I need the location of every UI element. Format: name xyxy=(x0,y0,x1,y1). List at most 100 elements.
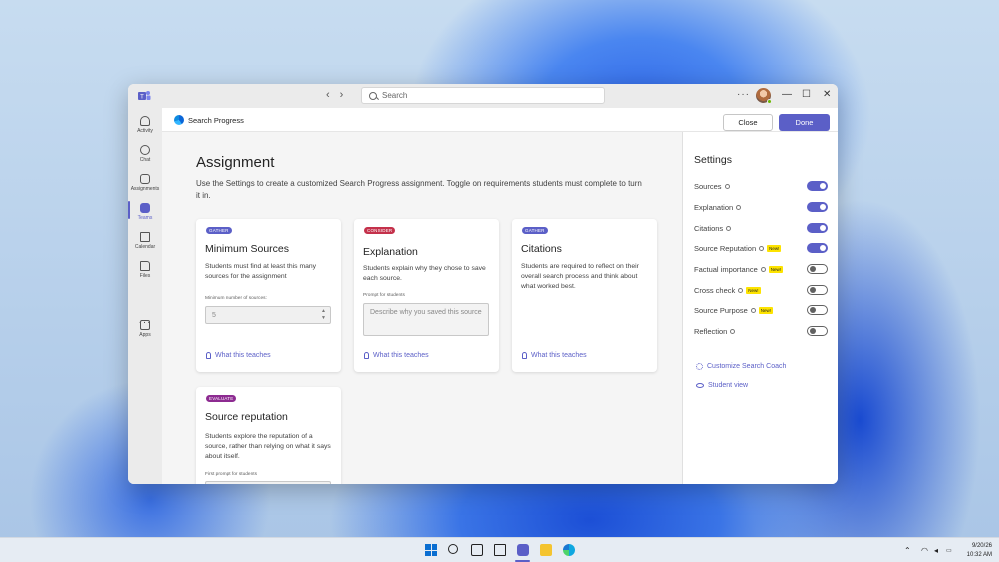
rail-item-assignments[interactable]: Assignments xyxy=(128,174,162,192)
page-description: Use the Settings to create a customized … xyxy=(196,179,642,200)
citations-toggle[interactable] xyxy=(807,223,828,233)
stepper-arrows-icon[interactable]: ▲ ▼ xyxy=(321,308,326,322)
lightbulb-icon xyxy=(364,352,369,359)
rail-item-files[interactable]: Files xyxy=(128,261,162,279)
info-icon[interactable] xyxy=(750,307,756,313)
info-icon[interactable] xyxy=(760,266,766,272)
prompt-textarea[interactable]: Describe why you saved this source xyxy=(363,303,489,336)
sources-toggle[interactable] xyxy=(807,181,828,191)
app-rail: Activity Chat Assignments Teams Calendar… xyxy=(128,108,162,484)
search-progress-logo-icon xyxy=(174,115,184,125)
wifi-icon[interactable]: ◠ xyxy=(921,546,928,555)
taskbar-search-icon[interactable] xyxy=(448,544,458,554)
title-bar: T ‹ › Search ··· — ☐ ✕ xyxy=(128,84,838,108)
start-icon[interactable] xyxy=(425,544,437,556)
card-title: Explanation xyxy=(363,246,418,258)
forward-arrow-icon[interactable]: › xyxy=(340,89,344,101)
stepper-value: 5 xyxy=(212,312,216,319)
card-description: Students explore the reputation of a sou… xyxy=(205,433,331,460)
info-icon[interactable] xyxy=(726,225,732,231)
chat-icon xyxy=(140,145,150,155)
link-label: What this teaches xyxy=(373,352,429,359)
info-icon[interactable] xyxy=(724,183,730,189)
setting-factual-importance: Factual importance New! xyxy=(694,263,828,275)
reflection-toggle[interactable] xyxy=(807,326,828,336)
card-description: Students explain why they chose to save … xyxy=(363,265,486,282)
close-button[interactable]: Close xyxy=(723,114,773,131)
link-label: What this teaches xyxy=(215,352,271,359)
card-title: Citations xyxy=(521,243,562,255)
close-window-button[interactable]: ✕ xyxy=(823,89,831,100)
task-view-icon[interactable] xyxy=(471,544,483,556)
widgets-icon[interactable] xyxy=(494,544,506,556)
rail-item-chat[interactable]: Chat xyxy=(128,145,162,163)
minimum-sources-stepper[interactable]: 5 ▲ ▼ xyxy=(205,306,331,324)
tray-chevron-icon[interactable]: ⌃ xyxy=(904,546,911,555)
new-badge: New! xyxy=(767,244,782,252)
card-explanation: CONSIDER Explanation Students explain wh… xyxy=(354,219,499,372)
battery-icon[interactable]: ▭ xyxy=(946,547,952,554)
assignment-pane: Assignment Use the Settings to create a … xyxy=(162,132,682,484)
avatar[interactable] xyxy=(756,88,772,104)
source-purpose-toggle[interactable] xyxy=(807,305,828,315)
category-badge: CONSIDER xyxy=(364,227,396,234)
card-description: Students must find at least this many so… xyxy=(205,263,317,280)
volume-icon[interactable]: ◂ xyxy=(934,546,938,555)
category-badge: GATHER xyxy=(522,227,548,234)
info-icon[interactable] xyxy=(730,328,736,334)
setting-reflection: Reflection xyxy=(694,325,828,337)
calendar-icon xyxy=(140,232,150,242)
teams-window: T ‹ › Search ··· — ☐ ✕ Activity Chat Ass… xyxy=(128,84,838,484)
customize-search-coach-link[interactable]: Customize Search Coach xyxy=(696,363,786,370)
done-button[interactable]: Done xyxy=(779,114,830,131)
maximize-button[interactable]: ☐ xyxy=(802,89,811,100)
back-arrow-icon[interactable]: ‹ xyxy=(326,89,330,101)
rail-item-label: Calendar xyxy=(134,244,156,250)
app-title: Search Progress xyxy=(188,116,244,125)
search-placeholder: Search xyxy=(382,91,408,100)
system-clock[interactable]: 9/20/26 10:32 AM xyxy=(962,542,992,560)
cross-check-toggle[interactable] xyxy=(807,285,828,295)
setting-cross-check: Cross check New! xyxy=(694,284,828,296)
card-citations: GATHER Citations Students are required t… xyxy=(512,219,657,372)
svg-text:T: T xyxy=(140,95,144,101)
teams-icon xyxy=(140,203,150,213)
teams-taskbar-icon[interactable] xyxy=(517,544,529,556)
more-options-icon[interactable]: ··· xyxy=(737,89,750,100)
nav-arrows: ‹ › xyxy=(326,89,343,101)
student-view-link[interactable]: Student view xyxy=(696,382,748,389)
clock-time: 10:32 AM xyxy=(966,552,992,558)
link-label: What this teaches xyxy=(531,352,587,359)
rail-item-label: Apps xyxy=(139,332,151,338)
field-label: Minimum number of sources: xyxy=(205,296,267,301)
rail-item-activity[interactable]: Activity xyxy=(128,116,162,134)
rail-item-apps[interactable]: Apps xyxy=(128,320,162,338)
what-this-teaches-link[interactable]: What this teaches xyxy=(364,352,429,359)
setting-sources: Sources xyxy=(694,180,828,192)
what-this-teaches-link[interactable]: What this teaches xyxy=(206,352,271,359)
rail-item-calendar[interactable]: Calendar xyxy=(128,232,162,250)
setting-citations: Citations xyxy=(694,222,828,234)
rail-item-label: Assignments xyxy=(130,186,160,192)
factual-importance-toggle[interactable] xyxy=(807,264,828,274)
first-prompt-field[interactable] xyxy=(205,481,331,484)
info-icon[interactable] xyxy=(736,204,742,210)
taskbar: ⌃ ◠ ◂ ▭ 9/20/26 10:32 AM xyxy=(0,537,999,562)
edge-browser-icon[interactable] xyxy=(563,544,575,556)
setting-label: Citations xyxy=(694,223,724,233)
explanation-toggle[interactable] xyxy=(807,202,828,212)
search-input[interactable]: Search xyxy=(361,87,605,104)
rail-item-teams[interactable]: Teams xyxy=(128,201,162,221)
source-reputation-toggle[interactable] xyxy=(807,243,828,253)
setting-label: Source Purpose xyxy=(694,305,748,315)
what-this-teaches-link[interactable]: What this teaches xyxy=(522,352,587,359)
info-icon[interactable] xyxy=(738,287,744,293)
minimize-button[interactable]: — xyxy=(782,89,792,100)
card-minimum-sources: GATHER Minimum Sources Students must fin… xyxy=(196,219,341,372)
assignments-icon xyxy=(140,174,150,184)
card-source-reputation: EVALUATE Source reputation Students expl… xyxy=(196,387,341,484)
file-explorer-icon[interactable] xyxy=(540,544,552,556)
info-icon[interactable] xyxy=(759,245,765,251)
textarea-placeholder: Describe why you saved this source xyxy=(370,309,482,316)
setting-source-purpose: Source Purpose New! xyxy=(694,304,828,316)
